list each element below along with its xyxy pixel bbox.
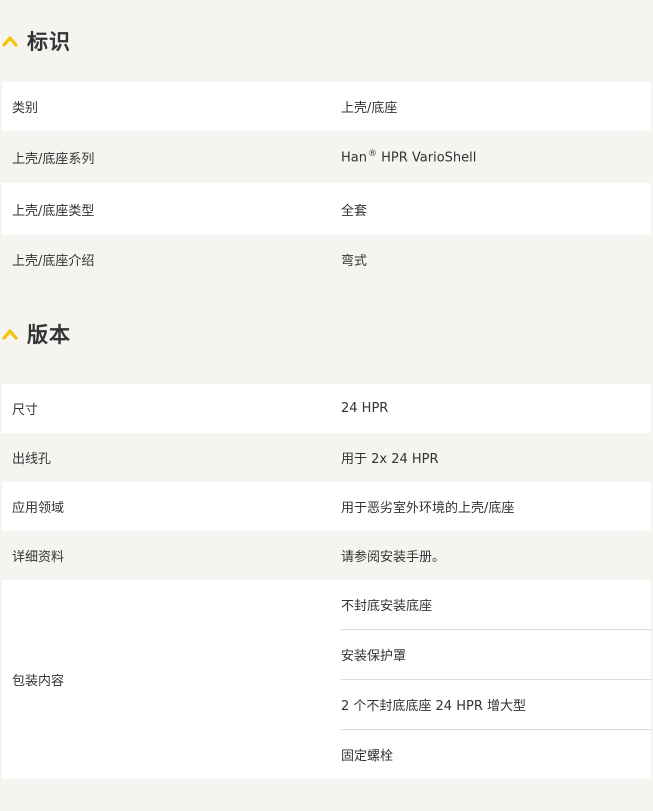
version-table: 尺寸 24 HPR 出线孔 用于 2x 24 HPR 应用领域 用于恶劣室外环境…: [2, 384, 651, 779]
row-value: 请参阅安装手册。: [341, 550, 446, 565]
section-title: 版本: [27, 323, 71, 347]
table-row: 详细资料 请参阅安装手册。: [2, 531, 651, 580]
value-brand: Han: [341, 150, 367, 166]
table-row: 上壳/底座介绍 弯式: [2, 235, 651, 284]
product-details-page: 标识 类别 上壳/底座 上壳/底座系列 Han® HPR VarioShell …: [0, 0, 653, 811]
row-value: 弯式: [341, 254, 368, 269]
list-item: 固定螺栓: [341, 749, 394, 764]
section-title: 标识: [27, 30, 71, 54]
row-label: 详细资料: [12, 550, 65, 565]
row-label: 类别: [12, 101, 39, 116]
section-header-identification[interactable]: 标识: [0, 0, 653, 82]
value-series: HPR VarioShell: [381, 150, 477, 166]
row-label: 出线孔: [12, 452, 52, 467]
row-label: 包装内容: [12, 674, 65, 689]
row-label: 应用领域: [12, 501, 65, 516]
row-label: 上壳/底座介绍: [12, 254, 95, 269]
row-value: 用于 2x 24 HPR: [341, 452, 439, 467]
package-contents-list: 不封底安装底座 安装保护罩 2 个不封底底座 24 HPR 增大型 固定螺栓: [331, 580, 651, 779]
row-value: Han® HPR VarioShell: [331, 149, 651, 165]
list-item: 2 个不封底底座 24 HPR 增大型: [341, 680, 651, 730]
chevron-up-icon[interactable]: [2, 328, 18, 340]
section-header-version[interactable]: 版本: [0, 284, 653, 384]
table-row: 上壳/底座系列 Han® HPR VarioShell: [2, 131, 651, 183]
package-contents-row: 包装内容 不封底安装底座 安装保护罩 2 个不封底底座 24 HPR 增大型 固…: [2, 580, 651, 779]
list-item: 安装保护罩: [341, 630, 651, 680]
table-row: 出线孔 用于 2x 24 HPR: [2, 433, 651, 482]
list-item: 不封底安装底座: [341, 580, 651, 630]
row-label: 尺寸: [12, 403, 39, 418]
table-row: 尺寸 24 HPR: [2, 384, 651, 433]
table-row: 类别 上壳/底座: [2, 82, 651, 131]
row-value: 上壳/底座: [341, 101, 398, 116]
row-value: 用于恶劣室外环境的上壳/底座: [341, 501, 515, 516]
row-value: 24 HPR: [341, 401, 389, 416]
row-value: 全套: [341, 203, 368, 219]
chevron-up-icon[interactable]: [2, 35, 18, 47]
registered-mark: ®: [367, 148, 377, 159]
row-label: 上壳/底座系列: [12, 151, 95, 167]
table-row: 应用领域 用于恶劣室外环境的上壳/底座: [2, 482, 651, 531]
table-row: 上壳/底座类型 全套: [2, 183, 651, 235]
row-label: 上壳/底座类型: [12, 203, 95, 219]
identification-table: 类别 上壳/底座 上壳/底座系列 Han® HPR VarioShell 上壳/…: [2, 82, 651, 284]
